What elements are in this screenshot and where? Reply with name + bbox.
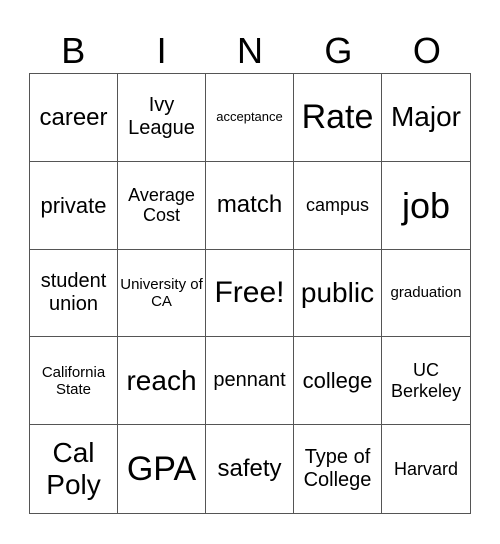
bingo-cell[interactable]: Harvard — [382, 425, 470, 513]
bingo-cell[interactable]: UC Berkeley — [382, 337, 470, 426]
bingo-cell[interactable]: Ivy League — [118, 74, 206, 162]
bingo-cell[interactable]: Type of College — [294, 425, 382, 513]
bingo-cell[interactable]: graduation — [382, 250, 470, 338]
bingo-cell[interactable]: campus — [294, 161, 382, 250]
bingo-cell[interactable]: private — [30, 161, 118, 250]
bingo-cell[interactable]: match — [206, 161, 294, 250]
bingo-cell[interactable]: GPA — [118, 425, 206, 513]
bingo-cell free-space[interactable]: Free! — [206, 249, 294, 338]
bingo-cell[interactable]: Rate — [294, 74, 382, 162]
bingo-cell[interactable]: Average Cost — [118, 161, 206, 250]
bingo-grid: career Ivy League acceptance Rate Major … — [29, 73, 471, 514]
bingo-cell[interactable]: University of CA — [118, 249, 206, 338]
bingo-cell[interactable]: Major — [382, 74, 470, 162]
bingo-cell[interactable]: safety — [206, 425, 294, 513]
bingo-cell[interactable]: California State — [30, 337, 118, 426]
header-letter-g: G — [324, 30, 353, 71]
bingo-header: B I N G O — [29, 30, 471, 72]
header-letter-o: O — [412, 30, 441, 71]
header-letter-n: N — [237, 30, 264, 71]
bingo-cell[interactable]: reach — [118, 337, 206, 426]
bingo-cell[interactable]: public — [294, 249, 382, 338]
bingo-cell[interactable]: student union — [30, 249, 118, 338]
bingo-cell[interactable]: Cal Poly — [30, 425, 118, 513]
bingo-cell[interactable]: college — [294, 337, 382, 426]
bingo-cell[interactable]: job — [382, 162, 470, 250]
bingo-cell[interactable]: acceptance — [206, 74, 294, 162]
header-letter-i: I — [156, 30, 167, 71]
header-letter-b: B — [61, 30, 86, 71]
bingo-cell[interactable]: pennant — [206, 337, 294, 426]
bingo-cell[interactable]: career — [30, 74, 118, 162]
